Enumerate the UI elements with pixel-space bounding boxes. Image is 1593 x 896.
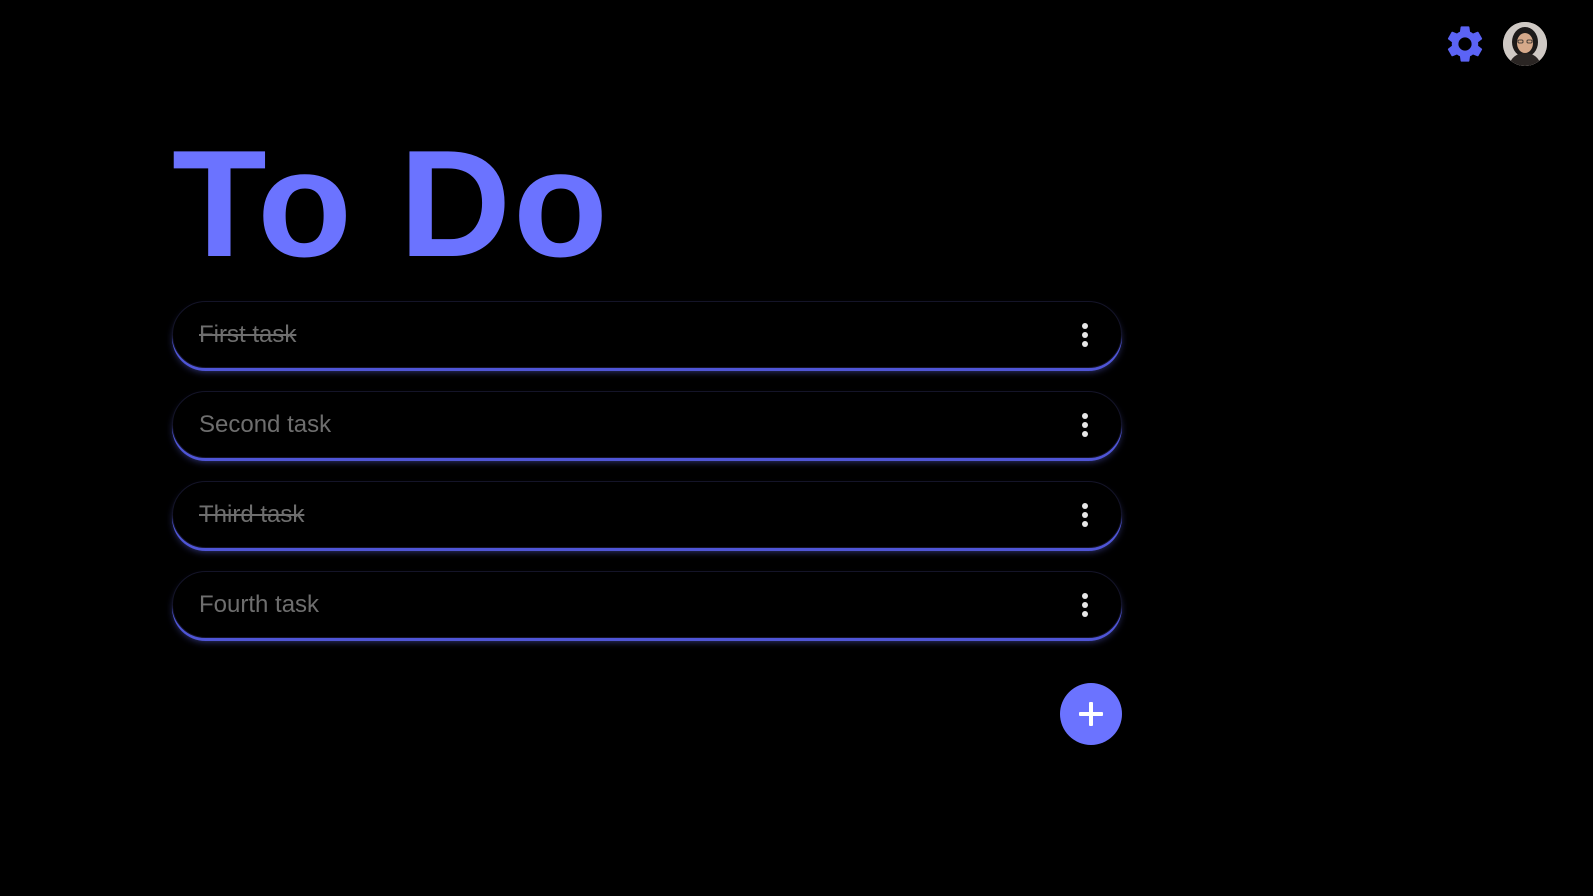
more-vertical-icon [1082, 412, 1088, 419]
more-vertical-icon-dot [1082, 511, 1088, 518]
more-vertical-icon-dot [1082, 601, 1088, 608]
add-task-button[interactable] [1060, 683, 1122, 745]
task-menu-button[interactable] [1073, 315, 1097, 355]
gear-icon [1447, 26, 1483, 62]
more-vertical-icon-dot [1082, 520, 1088, 527]
task-item-1[interactable]: First task [172, 301, 1122, 368]
page-title: To Do [172, 119, 610, 289]
task-label: First task [199, 320, 297, 348]
more-vertical-icon-dot [1082, 610, 1088, 617]
task-item-4[interactable]: Fourth task [172, 571, 1122, 638]
more-vertical-icon-dot [1082, 430, 1088, 437]
top-bar [1443, 22, 1547, 66]
task-list: First task Second task Third task Fourth… [172, 301, 1122, 638]
more-vertical-icon-dot [1082, 340, 1088, 347]
more-vertical-icon [1082, 592, 1088, 599]
settings-button[interactable] [1443, 22, 1487, 66]
task-item-3[interactable]: Third task [172, 481, 1122, 548]
plus-icon [1079, 702, 1103, 726]
task-menu-button[interactable] [1073, 495, 1097, 535]
more-vertical-icon [1082, 502, 1088, 509]
task-menu-button[interactable] [1073, 585, 1097, 625]
more-vertical-icon [1082, 322, 1088, 329]
more-vertical-icon-dot [1082, 331, 1088, 338]
task-menu-button[interactable] [1073, 405, 1097, 445]
task-label: Fourth task [199, 590, 320, 618]
task-label: Third task [199, 500, 305, 528]
todo-app: To Do First task Second task Third task [0, 0, 1593, 896]
task-item-2[interactable]: Second task [172, 391, 1122, 458]
user-avatar[interactable] [1503, 22, 1547, 66]
avatar-icon [1503, 22, 1547, 66]
task-label: Second task [199, 410, 332, 438]
more-vertical-icon-dot [1082, 421, 1088, 428]
